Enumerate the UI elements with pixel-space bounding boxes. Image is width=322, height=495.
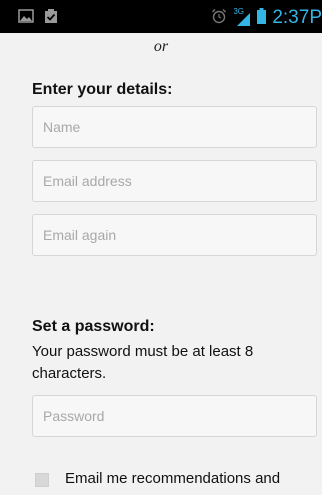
- status-bar-right: 3G 2:37P: [211, 7, 322, 29]
- status-bar: 3G 2:37P: [0, 0, 322, 33]
- password-field[interactable]: [32, 395, 317, 437]
- recommendations-label[interactable]: Email me recommendations and: [65, 470, 280, 487]
- name-input[interactable]: [33, 107, 316, 147]
- recommendations-checkbox[interactable]: [35, 473, 49, 487]
- password-input[interactable]: [33, 396, 316, 436]
- details-section-title: Enter your details:: [32, 81, 173, 98]
- image-icon: [18, 9, 34, 29]
- email-field[interactable]: [32, 160, 317, 202]
- battery-icon: [257, 7, 267, 29]
- password-section-title: Set a password:: [32, 318, 155, 335]
- email-again-input[interactable]: [33, 215, 316, 255]
- email-again-field[interactable]: [32, 214, 317, 256]
- signal-3g-icon: 3G: [233, 7, 251, 27]
- email-input[interactable]: [33, 161, 316, 201]
- or-divider: or: [153, 38, 169, 55]
- alarm-icon: [211, 8, 227, 29]
- status-bar-left: [18, 9, 58, 29]
- clipboard-check-icon: [44, 9, 58, 29]
- recommendations-row[interactable]: Email me recommendations and: [35, 470, 280, 487]
- password-help-text: Your password must be at least 8 charact…: [32, 343, 254, 382]
- status-time: 2:37P: [272, 7, 322, 28]
- name-field[interactable]: [32, 106, 317, 148]
